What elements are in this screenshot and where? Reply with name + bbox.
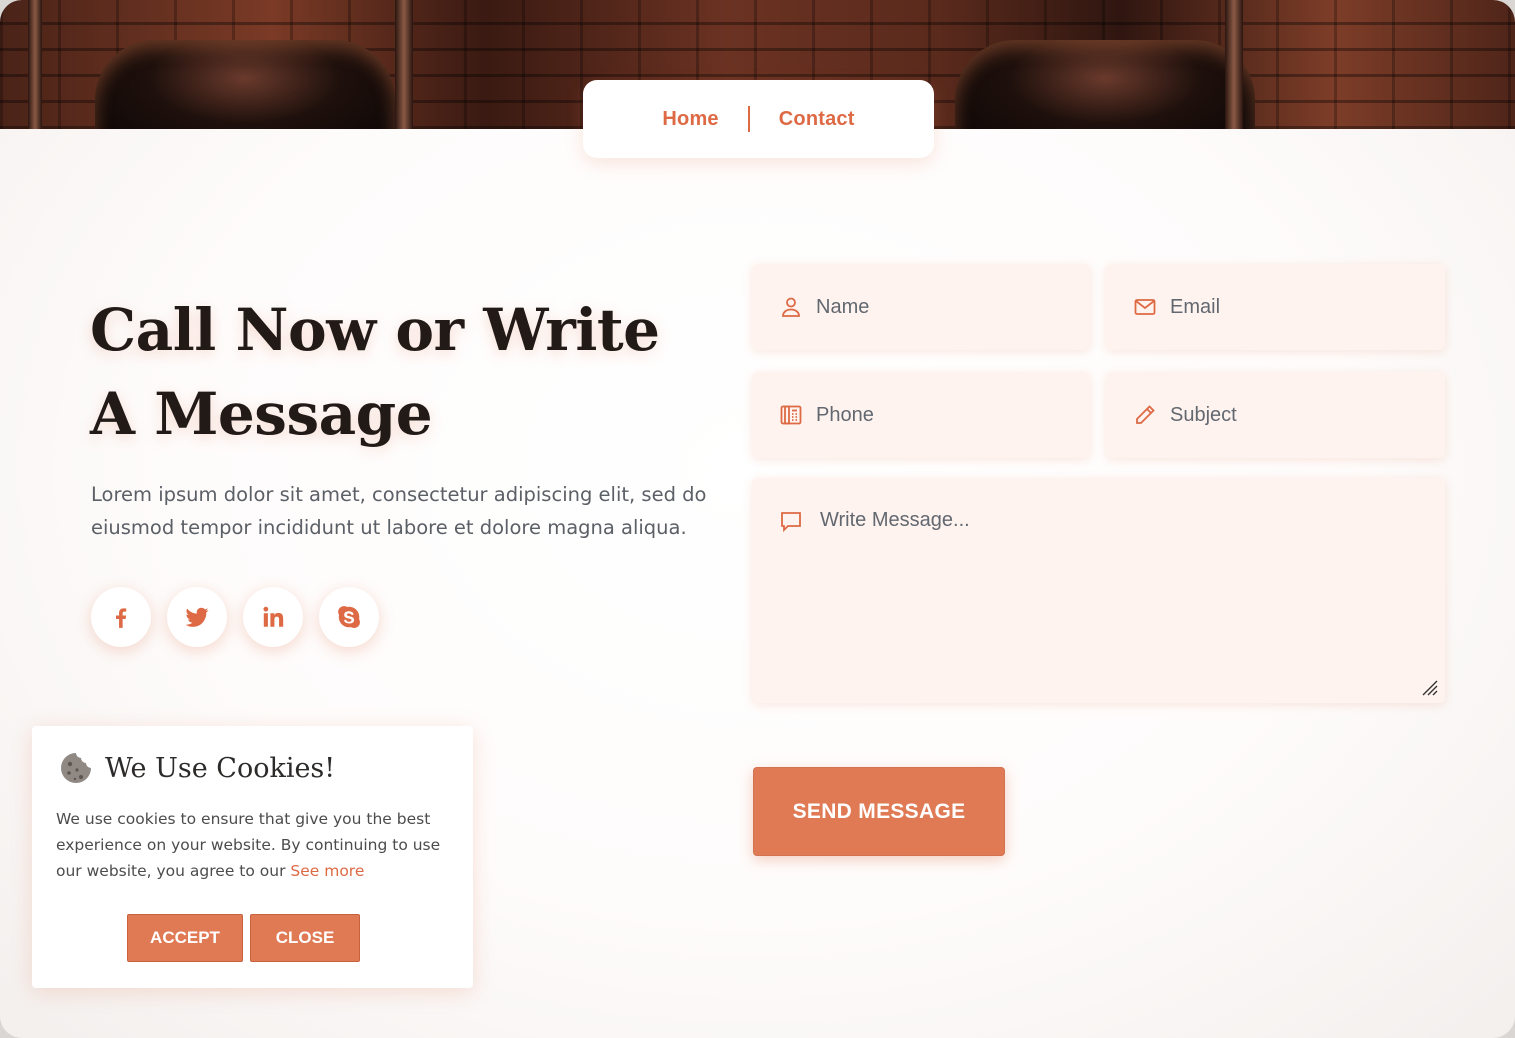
skype-icon (338, 606, 360, 628)
twitter-icon (185, 607, 209, 627)
email-field[interactable] (1106, 264, 1445, 350)
cookie-header: We Use Cookies! (58, 750, 335, 786)
social-links (91, 587, 379, 647)
message-textarea[interactable] (820, 508, 1400, 668)
close-button[interactable]: CLOSE (250, 914, 360, 962)
name-field[interactable] (752, 264, 1090, 350)
breadcrumb: Home Contact (583, 80, 934, 158)
cookie-icon (61, 753, 91, 783)
cookie-text-body: We use cookies to ensure that give you t… (56, 810, 441, 880)
linkedin-icon (263, 606, 284, 627)
cookie-banner: We Use Cookies! We use cookies to ensure… (32, 726, 473, 988)
cookie-text: We use cookies to ensure that give you t… (56, 806, 456, 884)
user-icon (778, 294, 804, 320)
page-title: Call Now or Write A Message (90, 296, 660, 448)
cookie-title: We Use Cookies! (105, 752, 336, 784)
chat-bubble-icon (778, 508, 804, 534)
pencil-icon (1132, 402, 1158, 428)
resize-handle-icon[interactable] (1419, 677, 1439, 697)
skype-link[interactable] (319, 587, 379, 647)
subject-input[interactable] (1170, 403, 1430, 427)
breadcrumb-divider (747, 106, 750, 132)
facebook-icon (116, 608, 127, 628)
barber-chair-image (955, 40, 1255, 129)
breadcrumb-home-link[interactable]: Home (662, 108, 718, 131)
phone-icon (778, 402, 804, 428)
intro-text: Lorem ipsum dolor sit amet, consectetur … (91, 483, 707, 539)
linkedin-link[interactable] (243, 587, 303, 647)
banner-decor (395, 0, 413, 129)
see-more-link[interactable]: See more (290, 862, 364, 880)
facebook-link[interactable] (91, 587, 151, 647)
name-input[interactable] (816, 295, 1076, 319)
message-field[interactable] (752, 478, 1445, 703)
barber-chair-image (95, 40, 395, 129)
contact-page: Home Contact Call Now or Write A Message… (0, 0, 1515, 1038)
phone-field[interactable] (752, 372, 1090, 458)
subject-field[interactable] (1106, 372, 1445, 458)
banner-decor (1225, 0, 1243, 129)
accept-button[interactable]: ACCEPT (127, 914, 243, 962)
twitter-link[interactable] (167, 587, 227, 647)
email-input[interactable] (1170, 295, 1430, 319)
send-message-button[interactable]: SEND MESSAGE (753, 767, 1005, 856)
breadcrumb-contact-link[interactable]: Contact (779, 108, 855, 131)
phone-input[interactable] (816, 403, 1076, 427)
banner-decor (28, 0, 42, 129)
envelope-icon (1132, 294, 1158, 320)
